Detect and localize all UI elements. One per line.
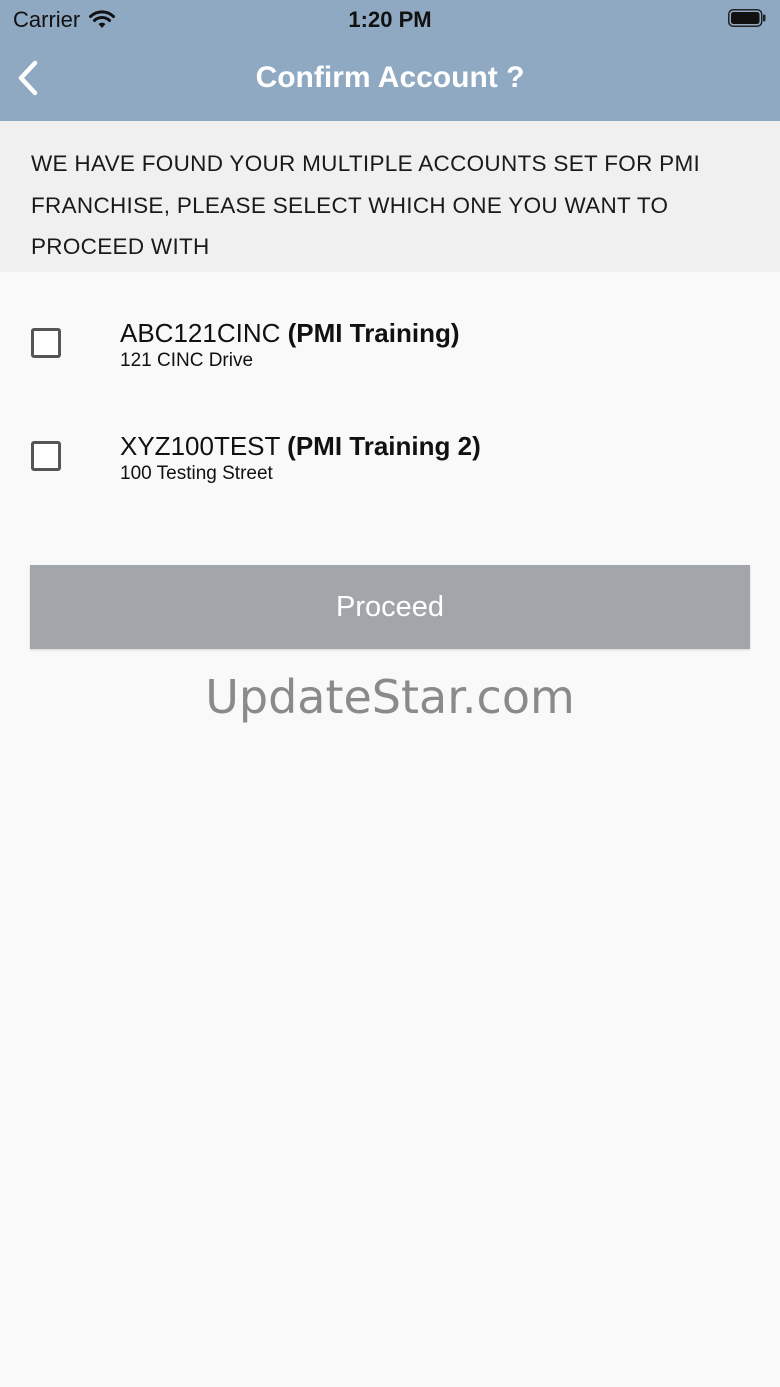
account-title: XYZ100TEST (PMI Training 2) bbox=[120, 431, 481, 462]
navigation-header: Carrier 1:20 PM Confirm Account ? bbox=[0, 0, 780, 121]
instruction-message: WE HAVE FOUND YOUR MULTIPLE ACCOUNTS SET… bbox=[0, 121, 780, 272]
status-time: 1:20 PM bbox=[348, 7, 432, 32]
account-code: XYZ100TEST bbox=[120, 431, 280, 461]
account-name: (PMI Training) bbox=[287, 318, 460, 348]
account-checkbox[interactable] bbox=[31, 441, 61, 471]
page-title: Confirm Account ? bbox=[255, 61, 525, 94]
account-address: 121 CINC Drive bbox=[120, 350, 254, 371]
account-name: (PMI Training 2) bbox=[287, 431, 481, 461]
account-title: ABC121CINC (PMI Training) bbox=[120, 318, 460, 349]
proceed-button[interactable]: Proceed bbox=[30, 565, 750, 649]
account-checkbox[interactable] bbox=[31, 328, 61, 358]
battery-icon bbox=[728, 9, 766, 27]
watermark-text: UpdateStar.com bbox=[205, 670, 575, 724]
account-item-abc121cinc[interactable]: ABC121CINC (PMI Training) 121 CINC Drive bbox=[0, 302, 780, 402]
account-item-xyz100test[interactable]: XYZ100TEST (PMI Training 2) 100 Testing … bbox=[0, 415, 780, 515]
account-code: ABC121CINC bbox=[120, 318, 281, 348]
status-bar: Carrier 1:20 PM bbox=[0, 0, 780, 40]
account-address: 100 Testing Street bbox=[120, 463, 273, 484]
